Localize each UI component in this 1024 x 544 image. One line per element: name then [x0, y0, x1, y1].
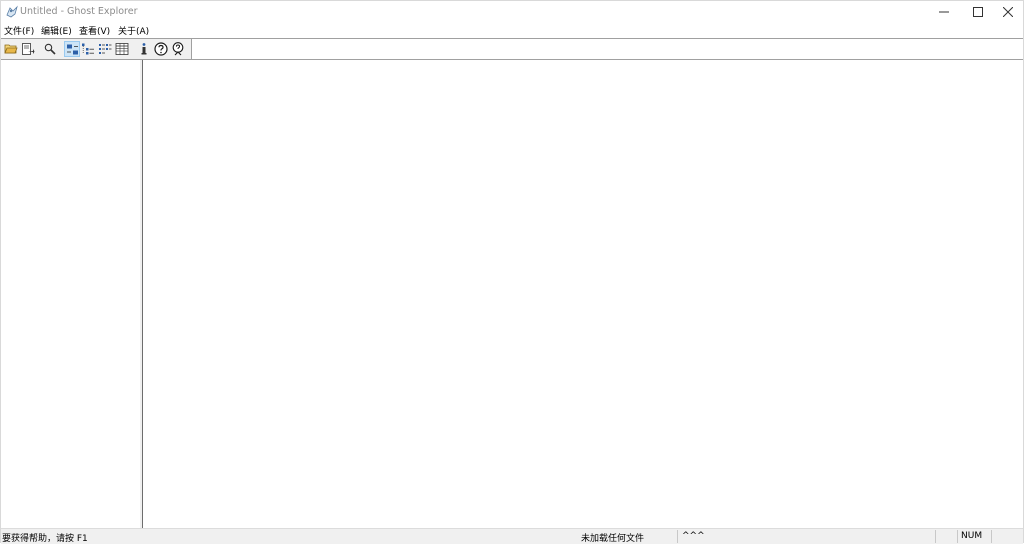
info-button[interactable]: [136, 41, 152, 57]
minimize-icon: [939, 11, 949, 13]
window-title: Untitled - Ghost Explorer: [20, 6, 138, 17]
toolbar-band: [1, 39, 192, 59]
list-view-icon: [99, 44, 112, 54]
close-button[interactable]: [991, 1, 1024, 23]
small-icons-button[interactable]: [80, 41, 96, 57]
context-help-icon: [172, 42, 184, 56]
open-folder-icon: [4, 44, 18, 54]
menu-file[interactable]: 文件(F): [4, 24, 34, 37]
extract-icon: [22, 43, 35, 55]
list-button[interactable]: [97, 41, 113, 57]
maximize-button[interactable]: [961, 1, 995, 23]
context-help-button[interactable]: [170, 41, 186, 57]
search-icon: [44, 43, 56, 55]
help-icon: [154, 42, 168, 56]
help-button[interactable]: [153, 41, 169, 57]
status-help-text: 要获得帮助，请按 F1: [2, 534, 88, 544]
client-area: [1, 59, 1023, 529]
status-bar: 要获得帮助，请按 F1 未加载任何文件 ^^^ NUM: [1, 528, 1023, 544]
close-icon: [1003, 7, 1013, 17]
tree-pane[interactable]: [1, 60, 140, 529]
status-divider: [677, 530, 678, 543]
info-icon: [141, 43, 147, 55]
menu-view[interactable]: 查看(V): [79, 24, 110, 37]
details-view-icon: [115, 43, 129, 55]
details-button[interactable]: [114, 41, 130, 57]
title-bar[interactable]: Untitled - Ghost Explorer: [1, 1, 1023, 23]
status-file-state: 未加载任何文件: [581, 534, 645, 544]
menu-bar: 文件(F) 编辑(E) 查看(V) 关于(A): [1, 22, 1023, 38]
menu-about[interactable]: 关于(A): [118, 24, 149, 37]
status-num-indicator: NUM: [961, 531, 983, 541]
toolbar: [1, 38, 1023, 60]
open-button[interactable]: [3, 41, 19, 57]
app-window: Untitled - Ghost Explorer 文件(F) 编辑(E) 查看…: [0, 0, 1024, 544]
extract-button[interactable]: [20, 41, 36, 57]
minimize-button[interactable]: [927, 1, 961, 23]
large-icons-view-icon: [67, 44, 78, 55]
ghost-app-icon: [6, 5, 18, 18]
file-list-pane[interactable]: [143, 60, 1023, 529]
status-extra: ^^^: [682, 531, 705, 541]
small-icons-view-icon: [82, 43, 94, 55]
find-button[interactable]: [42, 41, 58, 57]
status-divider: [957, 530, 958, 543]
large-icons-button[interactable]: [64, 41, 80, 57]
status-divider: [991, 530, 992, 543]
status-divider: [935, 530, 936, 543]
maximize-icon: [973, 7, 983, 17]
menu-edit[interactable]: 编辑(E): [41, 24, 72, 37]
